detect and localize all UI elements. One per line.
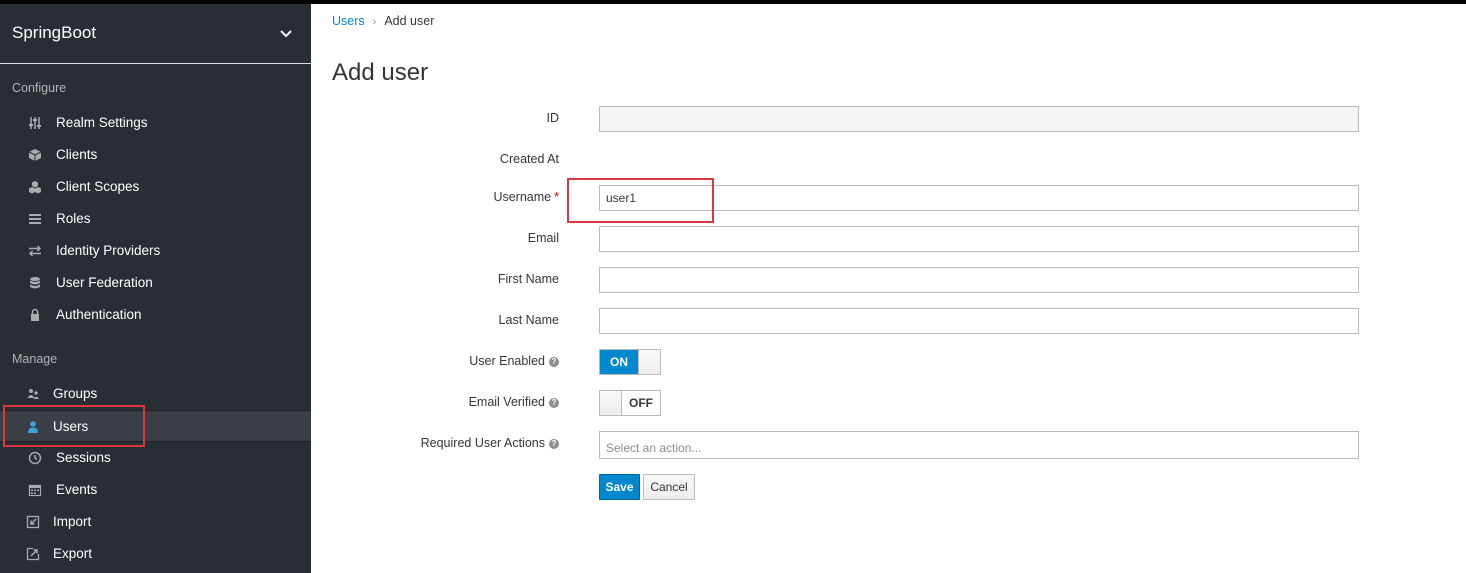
users-group-icon [26,387,40,401]
sidebar-item-authentication[interactable]: Authentication [0,299,311,331]
sidebar-item-identity-providers[interactable]: Identity Providers [0,235,311,267]
sidebar-item-clients[interactable]: Clients [0,139,311,171]
sidebar-item-label: Groups [53,386,98,401]
breadcrumb-current: Add user [384,14,435,28]
sidebar-item-label: Client Scopes [56,179,140,194]
sliders-icon [28,116,42,130]
sidebar-item-label: Authentication [56,307,142,322]
last-name-label: Last Name [498,313,559,327]
manage-section-label: Manage [12,352,58,366]
toggle-knob [600,391,622,415]
first-name-field[interactable] [599,267,1359,293]
id-field [599,106,1359,132]
breadcrumb-separator: › [372,16,377,28]
cube-icon [28,148,42,162]
user-enabled-label-text: User Enabled [469,354,545,368]
sidebar-item-label: Sessions [56,450,111,465]
export-icon [26,547,40,561]
sidebar-item-roles[interactable]: Roles [0,203,311,235]
sidebar-item-label: User Federation [56,275,153,290]
required-actions-select[interactable]: Select an action... [599,431,1359,459]
exchange-icon [28,244,42,258]
created-at-label: Created At [499,152,559,166]
breadcrumb-users-link[interactable]: Users [332,14,365,28]
id-label: ID [546,111,560,125]
username-label-text: Username [493,190,552,204]
username-highlight-box [567,178,714,223]
required-marker: * [554,190,559,204]
realm-selector[interactable]: SpringBoot [0,4,311,64]
sidebar-item-events[interactable]: Events [0,474,311,506]
toggle-knob [638,350,660,374]
calendar-icon [28,483,42,497]
email-verified-label-text: Email Verified [468,395,545,409]
lock-icon [28,308,42,322]
sidebar-item-label: Events [56,482,98,497]
sidebar-item-client-scopes[interactable]: Client Scopes [0,171,311,203]
sidebar-item-label: Import [53,514,92,529]
required-actions-label: Required User Actions? [299,436,559,450]
first-name-label: First Name [497,272,559,286]
save-button[interactable]: Save [599,474,640,500]
list-icon [28,212,42,226]
username-label: Username * [299,190,559,204]
sidebar-item-export[interactable]: Export [0,538,311,570]
help-icon[interactable]: ? [549,397,559,408]
help-icon[interactable]: ? [549,438,559,449]
last-name-field[interactable] [599,308,1359,334]
sidebar-item-label: Realm Settings [56,115,148,130]
email-verified-label: Email Verified? [299,395,559,409]
sidebar-item-label: Clients [56,147,98,162]
sidebar-item-label: Roles [56,211,91,226]
sidebar-item-realm-settings[interactable]: Realm Settings [0,107,311,139]
sidebar-item-user-federation[interactable]: User Federation [0,267,311,299]
email-label: Email [527,231,559,245]
realm-name: SpringBoot [12,23,97,42]
users-highlight-box [3,405,145,447]
sidebar-item-import[interactable]: Import [0,506,311,538]
toggle-on-label: ON [600,350,638,374]
breadcrumb: Users › Add user [332,14,434,28]
database-icon [28,276,42,290]
configure-section-label: Configure [12,81,67,95]
clock-icon [28,451,42,465]
sidebar-item-label: Identity Providers [56,243,161,258]
toggle-off-label: OFF [622,391,660,415]
user-enabled-toggle[interactable]: ON [599,349,661,375]
sidebar: SpringBoot Configure Realm Settings Clie… [0,4,311,573]
user-enabled-label: User Enabled? [299,354,559,368]
cancel-button[interactable]: Cancel [643,474,695,500]
sidebar-item-label: Export [53,546,93,561]
chevron-down-icon [280,30,292,38]
email-field[interactable] [599,226,1359,252]
required-actions-label-text: Required User Actions [420,436,545,450]
page-title: Add user [332,59,429,86]
import-icon [26,515,40,529]
cubes-icon [28,180,42,194]
email-verified-toggle[interactable]: OFF [599,390,661,416]
help-icon[interactable]: ? [549,356,559,367]
